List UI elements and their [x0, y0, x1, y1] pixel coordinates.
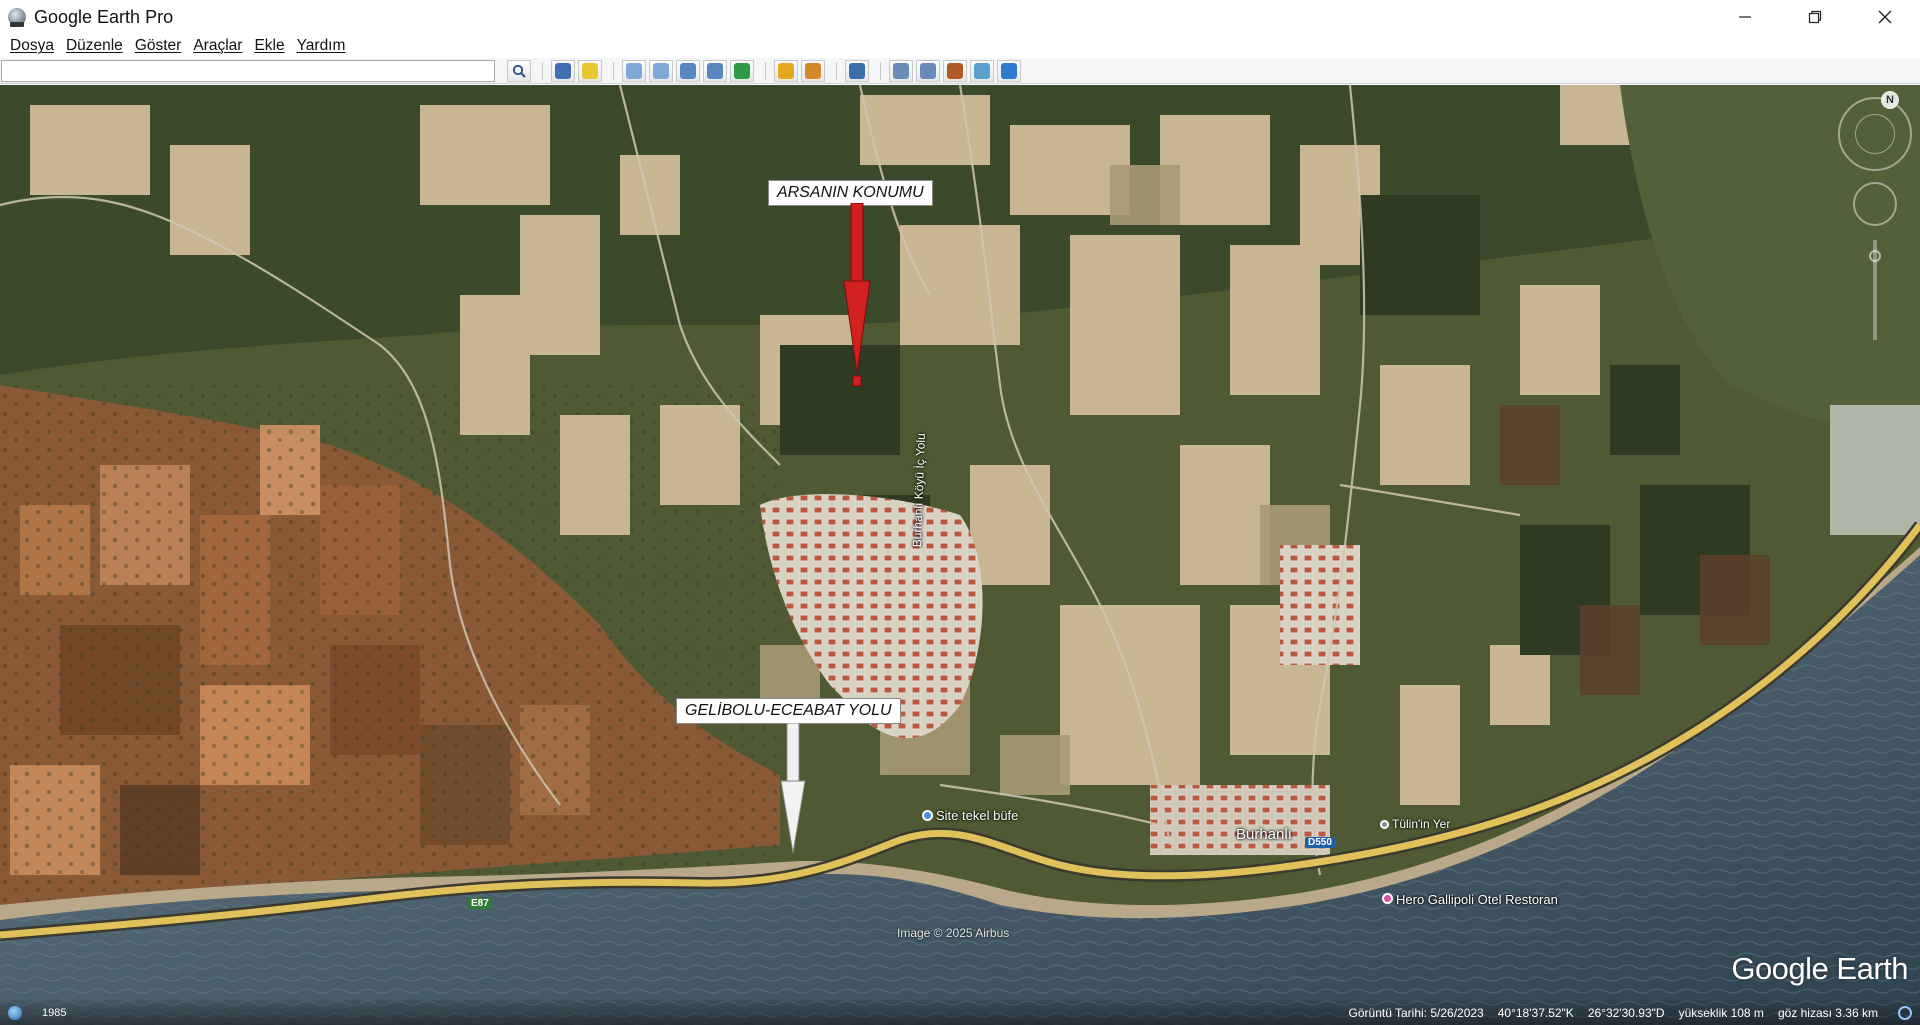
add-image-overlay-icon [680, 62, 696, 79]
historical-imagery-globe-icon[interactable] [8, 1005, 22, 1020]
streaming-indicator-icon [1898, 1005, 1912, 1020]
add-polygon-icon [626, 62, 642, 79]
village-label: Burhanlı [1236, 826, 1292, 843]
latitude-readout: 40°18'37.52"K [1497, 1005, 1574, 1020]
close-button[interactable] [1850, 0, 1920, 34]
move-control[interactable] [1853, 182, 1897, 226]
menu-bar: Dosya Düzenle Göster Araçlar Ekle Yardım [0, 34, 1920, 58]
view-in-maps-button[interactable] [970, 59, 994, 82]
restore-icon [1808, 10, 1822, 24]
status-bar: 1985 Görüntü Tarihi: 5/26/2023 40°18'37.… [0, 1000, 1920, 1025]
window-controls [1710, 0, 1920, 34]
timeline-year: 1985 [42, 1006, 67, 1019]
place-poi-label: Tülin'in Yer [1392, 817, 1451, 831]
add-polygon-button[interactable] [622, 59, 646, 82]
sunlight-icon [778, 62, 794, 79]
menu-araclar[interactable]: Araçlar [193, 37, 242, 55]
add-placemark-icon [582, 62, 598, 79]
menu-duzenle[interactable]: Düzenle [66, 37, 123, 55]
print-icon [920, 62, 936, 79]
menu-ekle[interactable]: Ekle [254, 37, 284, 55]
menu-yardim[interactable]: Yardım [297, 37, 346, 55]
view-in-maps-icon [974, 62, 990, 79]
hotel-poi-marker[interactable] [1382, 893, 1393, 904]
toolbar-separator [880, 61, 881, 80]
window-title: Google Earth Pro [34, 6, 174, 27]
eye-altitude-readout: göz hizası 3.36 km [1777, 1005, 1878, 1020]
save-image-button[interactable] [943, 59, 967, 82]
search-input[interactable] [1, 59, 495, 82]
satellite-imagery [0, 85, 1920, 1025]
print-button[interactable] [916, 59, 940, 82]
email-icon [893, 62, 909, 79]
longitude-readout: 26°32'30.93"D [1587, 1005, 1665, 1020]
imagery-credit: Image © 2025 Airbus [897, 926, 1010, 940]
google-earth-watermark: Google Earth [1731, 951, 1908, 986]
hotel-poi-label: Hero Gallipoli Otel Restoran [1396, 892, 1558, 907]
sidebar-toggle-button[interactable] [551, 59, 575, 82]
minimize-icon [1739, 16, 1751, 18]
menu-goster[interactable]: Göster [135, 37, 182, 55]
google-earth-app-icon [6, 6, 28, 28]
add-path-icon [653, 62, 669, 79]
add-path-button[interactable] [649, 59, 673, 82]
plot-arrow [843, 203, 871, 387]
toolbar-separator [765, 61, 766, 80]
minimize-button[interactable] [1710, 0, 1780, 34]
title-bar: Google Earth Pro [0, 0, 1920, 34]
historical-imagery-icon [734, 62, 750, 79]
place-poi-marker[interactable] [1380, 820, 1389, 829]
email-button[interactable] [889, 59, 913, 82]
d550-road-shield: D550 [1305, 837, 1335, 848]
restore-button[interactable] [1780, 0, 1850, 34]
shop-poi-marker[interactable] [922, 810, 933, 821]
save-image-icon [947, 62, 963, 79]
record-tour-button[interactable] [703, 59, 727, 82]
compass-north-button[interactable]: N [1881, 91, 1899, 109]
look-control-inner[interactable] [1855, 114, 1895, 154]
switch-planet-button[interactable] [801, 59, 825, 82]
e87-road-shield: E87 [468, 898, 492, 909]
switch-planet-icon [805, 62, 821, 79]
ruler-button[interactable] [845, 59, 869, 82]
map-view[interactable]: ARSANIN KONUMU GELİBOLU-ECEABAT YOLU Bur… [0, 85, 1920, 1025]
toolbar-separator [836, 61, 837, 80]
toolbar-separator [613, 61, 614, 80]
road-callout: GELİBOLU-ECEABAT YOLU [676, 698, 901, 724]
road-arrow [780, 723, 806, 854]
toolbar [0, 58, 1920, 84]
historical-imagery-button[interactable] [730, 59, 754, 82]
earth-gallery-icon [1001, 62, 1017, 79]
zoom-slider-handle[interactable] [1869, 250, 1881, 262]
sidebar-toggle-icon [555, 62, 571, 79]
toolbar-separator [542, 61, 543, 80]
elevation-readout: yükseklik 108 m [1678, 1005, 1764, 1020]
add-placemark-button[interactable] [578, 59, 602, 82]
menu-dosya[interactable]: Dosya [10, 37, 54, 55]
shop-poi-label: Site tekel büfe [936, 808, 1019, 823]
earth-gallery-button[interactable] [997, 59, 1021, 82]
add-image-overlay-button[interactable] [676, 59, 700, 82]
close-icon [1878, 10, 1892, 24]
record-tour-icon [707, 62, 723, 79]
imagery-date: Görüntü Tarihi: 5/26/2023 [1348, 1005, 1484, 1020]
sunlight-button[interactable] [774, 59, 798, 82]
search-icon [512, 64, 526, 78]
ruler-icon [849, 62, 865, 79]
search-button[interactable] [507, 59, 531, 82]
